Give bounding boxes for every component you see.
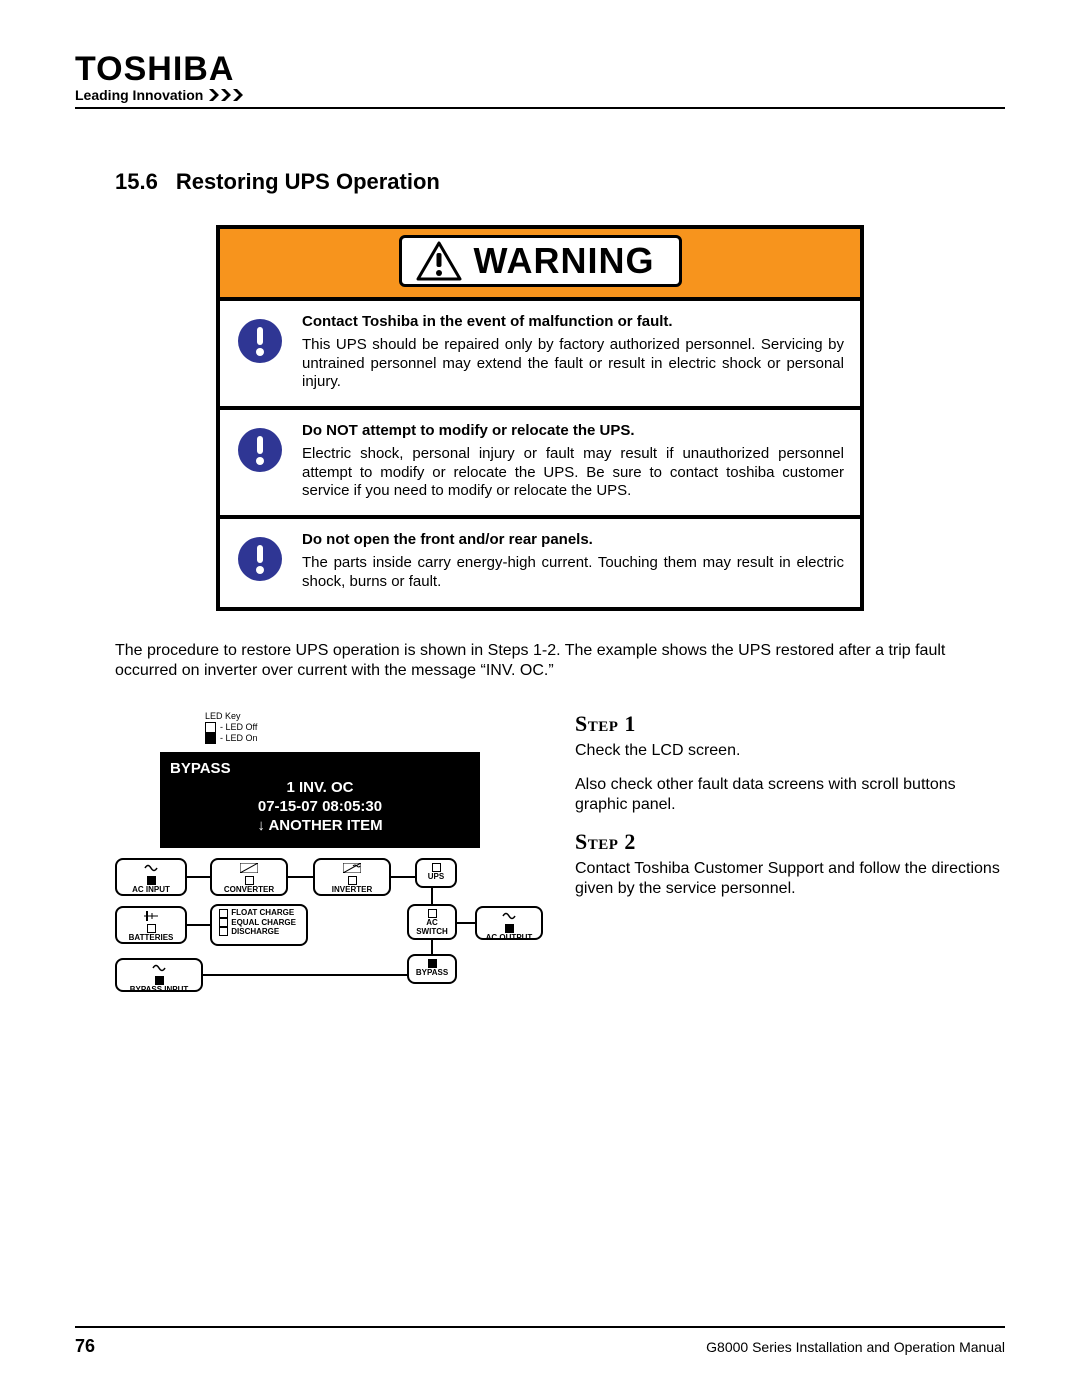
flow-diagram: AC INPUT CONVERTER INVERTER UPS — [115, 858, 545, 1008]
flow-label: CONVERTER — [224, 885, 274, 894]
warning-item-head: Do not open the front and/or rear panels… — [302, 531, 844, 550]
header-divider — [75, 107, 1005, 109]
led-off-label: - LED Off — [220, 722, 257, 732]
flow-label: DISCHARGE — [231, 927, 279, 936]
brand-logo: TOSHIBA — [75, 50, 1005, 89]
warning-header-text: WARNING — [474, 240, 655, 282]
flow-ac-output: AC OUTPUT — [475, 906, 543, 940]
warning-box: WARNING Contact Toshiba in the event of … — [216, 225, 864, 611]
led-icon — [428, 909, 437, 918]
page-number: 76 — [75, 1336, 95, 1357]
flow-label: FLOAT CHARGE — [231, 908, 294, 917]
flow-label: AC OUTPUT — [486, 933, 533, 942]
warning-item-body: The parts inside carry energy-high curre… — [302, 554, 844, 590]
intro-paragraph: The procedure to restore UPS operation i… — [115, 641, 1005, 681]
warning-item-body: This UPS should be repaired only by fact… — [302, 336, 844, 391]
sine-icon — [502, 911, 516, 921]
flow-batteries: BATTERIES — [115, 906, 187, 944]
tagline-row: Leading Innovation — [75, 87, 1005, 103]
warning-row: Do NOT attempt to modify or relocate the… — [220, 406, 860, 515]
led-icon — [245, 876, 254, 885]
section-title-text: Restoring UPS Operation — [176, 169, 440, 194]
lcd-line2: 07-15-07 08:05:30 — [170, 798, 470, 815]
step-title: Step 2 — [575, 829, 1005, 855]
flow-bypass: BYPASS — [407, 954, 457, 984]
flow-ups: UPS — [415, 858, 457, 888]
led-icon — [348, 876, 357, 885]
led-icon — [219, 927, 228, 936]
flow-inverter: INVERTER — [313, 858, 391, 896]
battery-icon — [144, 911, 158, 921]
step-title: Step 1 — [575, 711, 1005, 737]
sine-icon — [144, 863, 158, 873]
led-key: LED Key - LED Off - LED On — [205, 711, 545, 744]
exclamation-circle-icon — [236, 426, 284, 474]
lcd-line1: 1 INV. OC — [170, 779, 470, 796]
flow-label: BYPASS — [416, 968, 448, 977]
led-icon — [219, 918, 228, 927]
warning-triangle-icon — [416, 241, 462, 281]
flow-bypass-input: BYPASS INPUT — [115, 958, 203, 992]
diagram-column: LED Key - LED Off - LED On BYPASS 1 INV.… — [115, 711, 545, 1008]
flow-converter: CONVERTER — [210, 858, 288, 896]
tagline: Leading Innovation — [75, 87, 203, 103]
converter-icon — [240, 863, 258, 873]
sine-icon — [152, 963, 166, 973]
warning-item-head: Contact Toshiba in the event of malfunct… — [302, 313, 844, 332]
flow-label: EQUAL CHARGE — [231, 918, 296, 927]
lcd-panel: BYPASS 1 INV. OC 07-15-07 08:05:30 ↓ ANO… — [160, 752, 480, 848]
section-heading: 15.6 Restoring UPS Operation — [115, 169, 1005, 195]
doc-title: G8000 Series Installation and Operation … — [706, 1339, 1005, 1355]
flow-charge-states: FLOAT CHARGE EQUAL CHARGE DISCHARGE — [210, 904, 308, 946]
inverter-icon — [343, 863, 361, 873]
warning-row: Do not open the front and/or rear panels… — [220, 515, 860, 607]
flow-label: BATTERIES — [129, 933, 174, 942]
exclamation-circle-icon — [236, 535, 284, 583]
section-number: 15.6 — [115, 169, 158, 194]
exclamation-circle-icon — [236, 317, 284, 365]
flow-label: AC INPUT — [132, 885, 170, 894]
led-key-title: LED Key — [205, 711, 545, 722]
lcd-mode: BYPASS — [170, 760, 470, 777]
flow-label: UPS — [428, 872, 444, 881]
step-paragraph: Check the LCD screen. — [575, 741, 1005, 761]
chevrons-icon — [209, 89, 249, 101]
warning-item-head: Do NOT attempt to modify or relocate the… — [302, 422, 844, 441]
led-icon — [155, 976, 164, 985]
led-icon — [147, 924, 156, 933]
warning-row: Contact Toshiba in the event of malfunct… — [220, 297, 860, 406]
flow-label: AC SWITCH — [416, 918, 448, 936]
flow-label: BYPASS INPUT — [130, 985, 189, 994]
led-on-label: - LED On — [220, 733, 258, 743]
led-icon — [428, 959, 437, 968]
led-icon — [432, 863, 441, 872]
flow-ac-switch: AC SWITCH — [407, 904, 457, 940]
lcd-line3: ↓ ANOTHER ITEM — [170, 817, 470, 834]
warning-item-body: Electric shock, personal injury or fault… — [302, 445, 844, 500]
steps-column: Step 1 Check the LCD screen. Also check … — [575, 711, 1005, 1008]
flow-label: INVERTER — [332, 885, 372, 894]
led-off-icon — [205, 722, 216, 733]
footer-divider — [75, 1326, 1005, 1328]
warning-header: WARNING — [220, 229, 860, 297]
led-on-icon — [205, 733, 216, 744]
step-paragraph: Contact Toshiba Customer Support and fol… — [575, 859, 1005, 899]
page-footer: 76 G8000 Series Installation and Operati… — [75, 1326, 1005, 1357]
flow-ac-input: AC INPUT — [115, 858, 187, 896]
step-paragraph: Also check other fault data screens with… — [575, 775, 1005, 815]
led-icon — [147, 876, 156, 885]
led-icon — [505, 924, 514, 933]
led-icon — [219, 909, 228, 918]
